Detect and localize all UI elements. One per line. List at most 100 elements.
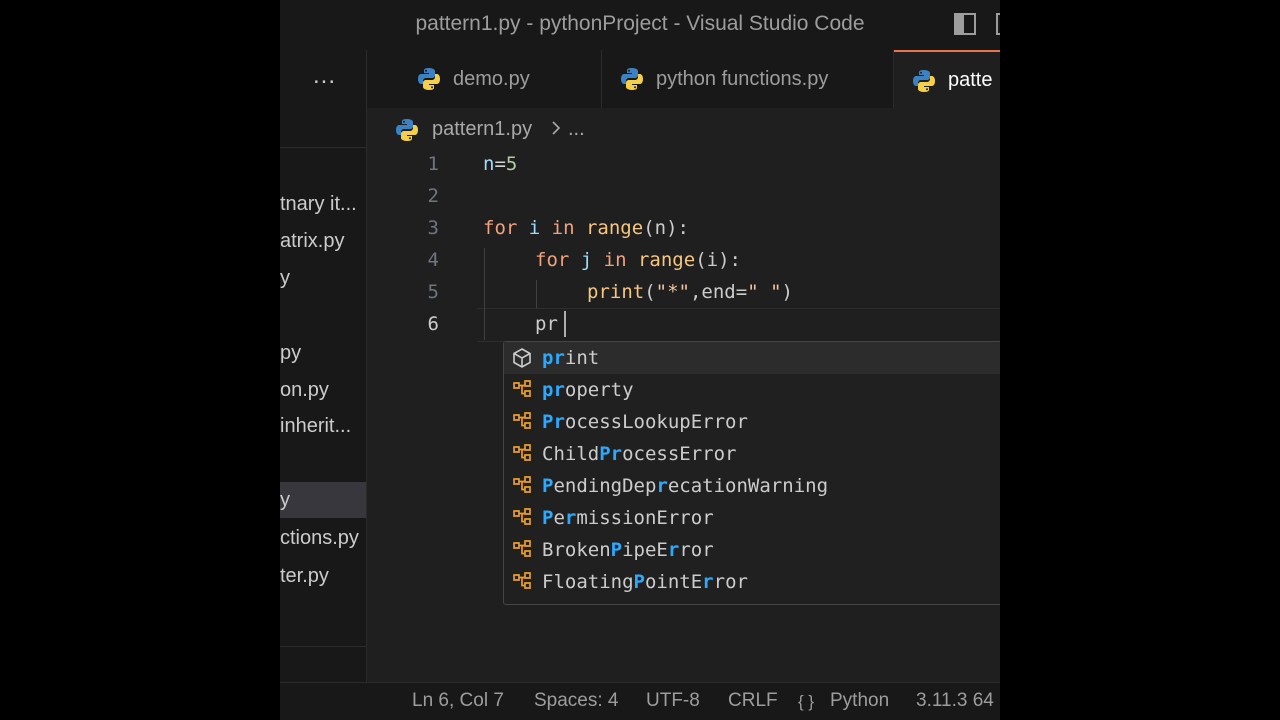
toggle-sidebar-icon[interactable] [954, 13, 976, 35]
match-highlight: P [542, 475, 554, 497]
suggestion-item[interactable]: print [504, 342, 1000, 374]
class-icon [513, 476, 531, 493]
suggestion-item[interactable]: PermissionError [504, 502, 1000, 534]
token-function: range [574, 217, 644, 239]
suggestion-text: int [564, 347, 600, 369]
match-highlight: P [610, 539, 623, 561]
suggestion-item[interactable]: BrokenPipeError [504, 534, 1000, 566]
language-mode[interactable]: Python [830, 690, 889, 712]
suggestion-label: PendingDeprecationWarning [542, 470, 828, 502]
suggestion-label: property [542, 374, 634, 406]
indent-guide [536, 280, 537, 308]
explorer-file-selected[interactable]: y [280, 482, 366, 518]
indentation[interactable]: Spaces: 4 [534, 690, 619, 712]
more-actions-icon[interactable]: ... [313, 62, 336, 90]
braces-icon: { } [798, 692, 815, 711]
breadcrumb-file[interactable]: pattern1.py [432, 118, 532, 141]
explorer-file[interactable]: on.py [280, 372, 366, 408]
token-keyword: for [535, 249, 570, 271]
python-icon [396, 119, 418, 141]
suggestion-text: ipeE [622, 539, 668, 561]
python-interpreter[interactable]: 3.11.3 64 [916, 690, 994, 712]
suggestion-item[interactable]: ChildProcessError [504, 438, 1000, 470]
code-line-4: for j in range(i): [535, 249, 741, 271]
encoding[interactable]: UTF-8 [646, 690, 700, 712]
suggestion-label: FloatingPointError [542, 566, 748, 598]
suggestion-text: endingDep [553, 475, 657, 497]
explorer-file[interactable]: ter.py [280, 558, 366, 594]
class-icon [513, 380, 531, 397]
autocomplete-suggestions: print property ProcessLookupError ChildP… [503, 341, 1000, 605]
class-icon [513, 572, 531, 589]
title-bar: pattern1.py - pythonProject - Visual Stu… [280, 0, 1000, 50]
line-number: 1 [427, 153, 439, 175]
suggestion-label: print [542, 342, 599, 374]
explorer-file[interactable]: ctions.py [280, 520, 366, 556]
suggestion-text: e [553, 507, 565, 529]
match-highlight: pr [542, 379, 565, 401]
suggestion-text: ror [679, 539, 714, 561]
code-line-6: pr [535, 313, 558, 335]
suggestion-text: Child [542, 443, 600, 465]
code-line-5: print("*",end=" ") [587, 281, 793, 303]
suggestion-item[interactable]: PendingDeprecationWarning [504, 470, 1000, 502]
tab-python-functions[interactable]: python functions.py [602, 50, 894, 108]
suggestion-text: ecationWarning [667, 475, 829, 497]
suggestion-item[interactable]: property [504, 374, 1000, 406]
suggestion-text: Floating [542, 571, 634, 593]
suggestion-text: ocessError [622, 443, 737, 465]
sidebar-divider [280, 646, 366, 647]
token-keyword: for [483, 217, 518, 239]
suggestion-item[interactable]: FloatingPointError [504, 566, 1000, 598]
explorer-file[interactable]: atrix.py [280, 223, 366, 259]
cube-icon [513, 348, 531, 368]
match-highlight: r [702, 571, 714, 593]
token-punctuation: ) [781, 281, 793, 303]
class-icon [513, 412, 531, 429]
match-highlight: r [667, 539, 680, 561]
breadcrumb-more[interactable]: ... [568, 118, 585, 141]
token-keyword: in [551, 217, 575, 239]
indent-guide [484, 248, 485, 340]
explorer-file[interactable]: inherit... [280, 408, 366, 444]
token-punctuation: ,end= [689, 281, 748, 303]
match-highlight: P [633, 571, 645, 593]
match-highlight: r [656, 475, 668, 497]
suggestion-text: ror [713, 571, 748, 593]
suggestion-text: Broken [542, 539, 611, 561]
token-number: 5 [505, 153, 518, 175]
code-line-1: n=5 [483, 153, 517, 175]
line-number-current: 6 [427, 313, 439, 335]
class-icon [513, 508, 531, 525]
match-highlight: Pr [542, 411, 565, 433]
line-number: 2 [427, 185, 439, 207]
explorer-file[interactable]: tnary it... [280, 186, 366, 222]
line-ending[interactable]: CRLF [728, 690, 778, 712]
token-punctuation: ( [644, 281, 656, 303]
suggestion-text: ointE [644, 571, 703, 593]
explorer-file[interactable]: py [280, 335, 366, 371]
vscode-window: pattern1.py - pythonProject - Visual Stu… [280, 0, 1000, 720]
match-highlight: Pr [599, 443, 623, 465]
toggle-panel-icon[interactable] [996, 13, 1000, 35]
token-punctuation: (i): [695, 249, 741, 271]
token-string: " " [747, 281, 782, 303]
line-number: 4 [427, 249, 439, 271]
code-line-3: for i in range(n): [483, 217, 689, 239]
suggestion-item[interactable]: ProcessLookupError [504, 406, 1000, 438]
token-variable: j [569, 249, 604, 271]
token-function: print [587, 281, 645, 303]
tab-pattern1-active[interactable]: patte [894, 50, 1000, 108]
tab-demo[interactable]: demo.py [399, 50, 602, 108]
token-punctuation: (n): [643, 217, 689, 239]
token-variable: i [517, 217, 552, 239]
suggestion-label: PermissionError [542, 502, 714, 534]
text-cursor [564, 311, 566, 337]
python-icon [418, 68, 440, 90]
suggestion-text: ocessLookupError [564, 411, 748, 433]
explorer-file[interactable]: y [280, 260, 366, 296]
suggestion-text: missionError [576, 507, 714, 529]
cursor-position[interactable]: Ln 6, Col 7 [412, 690, 504, 712]
tab-label: python functions.py [656, 68, 829, 90]
token-operator: = [494, 153, 506, 175]
